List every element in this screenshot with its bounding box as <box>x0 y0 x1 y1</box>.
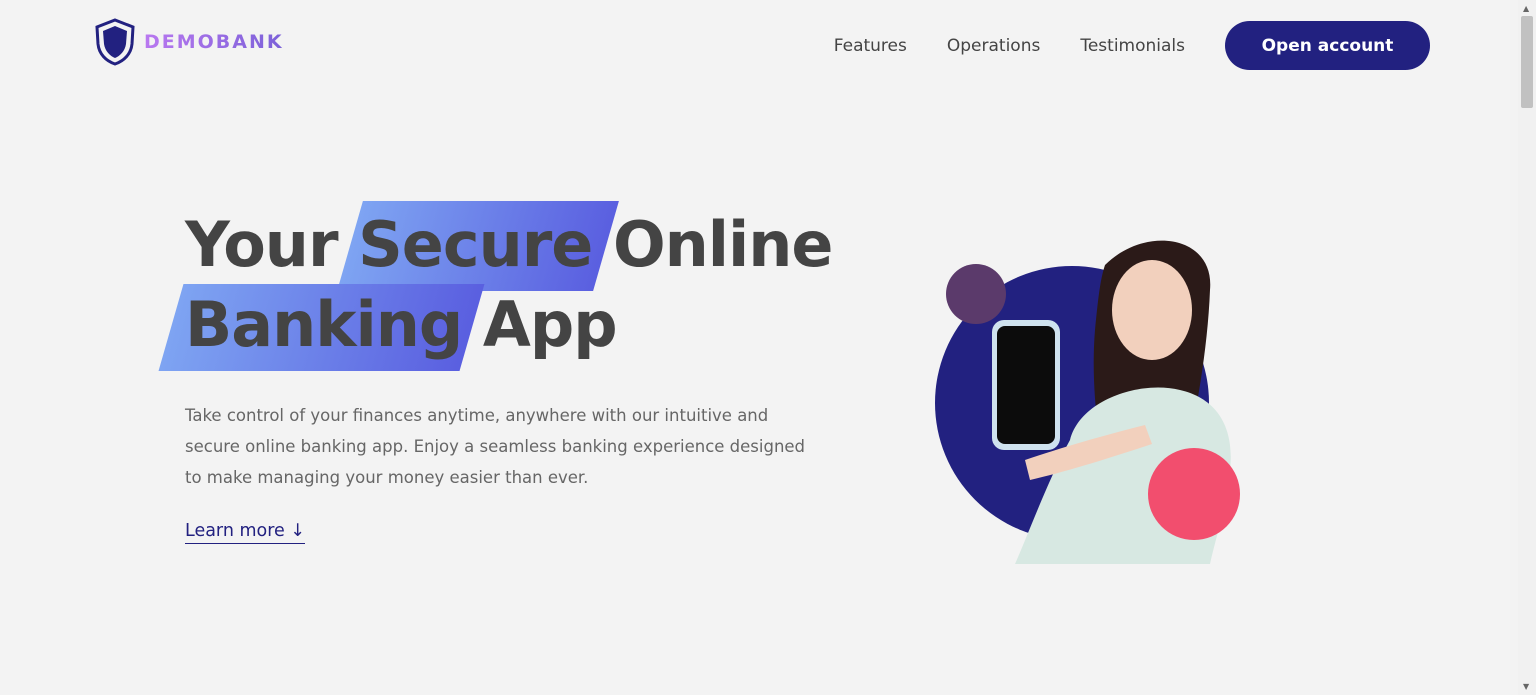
top-navigation: DEMOBANK Features Operations Testimonial… <box>0 0 1518 90</box>
nav-link-features[interactable]: Features <box>834 36 907 56</box>
hero-title-highlight-secure: Secure <box>358 205 593 285</box>
nav-links: Features Operations Testimonials Open ac… <box>834 21 1430 70</box>
scroll-up-icon[interactable]: ▲ <box>1523 4 1529 13</box>
hero-title-word-online: Online <box>612 208 834 281</box>
nav-link-testimonials[interactable]: Testimonials <box>1080 36 1185 56</box>
open-account-button[interactable]: Open account <box>1225 21 1430 70</box>
hero-title-word-your: Your <box>185 208 339 281</box>
hero-description: Take control of your finances anytime, a… <box>185 406 806 487</box>
phone-screen <box>997 326 1055 444</box>
hero-title-highlight-banking: Banking <box>185 285 463 365</box>
learn-more-link[interactable]: Learn more ↓ <box>185 521 306 544</box>
hero-purple-dot <box>946 264 1006 324</box>
brand-logo[interactable]: DEMOBANK <box>94 18 284 66</box>
hero-title-word-app: App <box>482 288 618 361</box>
hero-title: Your Secure Online Banking App <box>185 205 834 365</box>
hero-illustration <box>935 240 1240 564</box>
shield-icon <box>95 18 135 66</box>
hero-pink-dot <box>1148 448 1240 540</box>
scroll-down-icon[interactable]: ▼ <box>1523 682 1529 691</box>
woman-face <box>1112 260 1192 360</box>
scroll-thumb[interactable] <box>1521 16 1533 108</box>
brand-name: DEMOBANK <box>144 31 284 53</box>
scrollbar[interactable]: ▲ ▼ <box>1518 0 1536 695</box>
nav-link-operations[interactable]: Operations <box>947 36 1040 56</box>
